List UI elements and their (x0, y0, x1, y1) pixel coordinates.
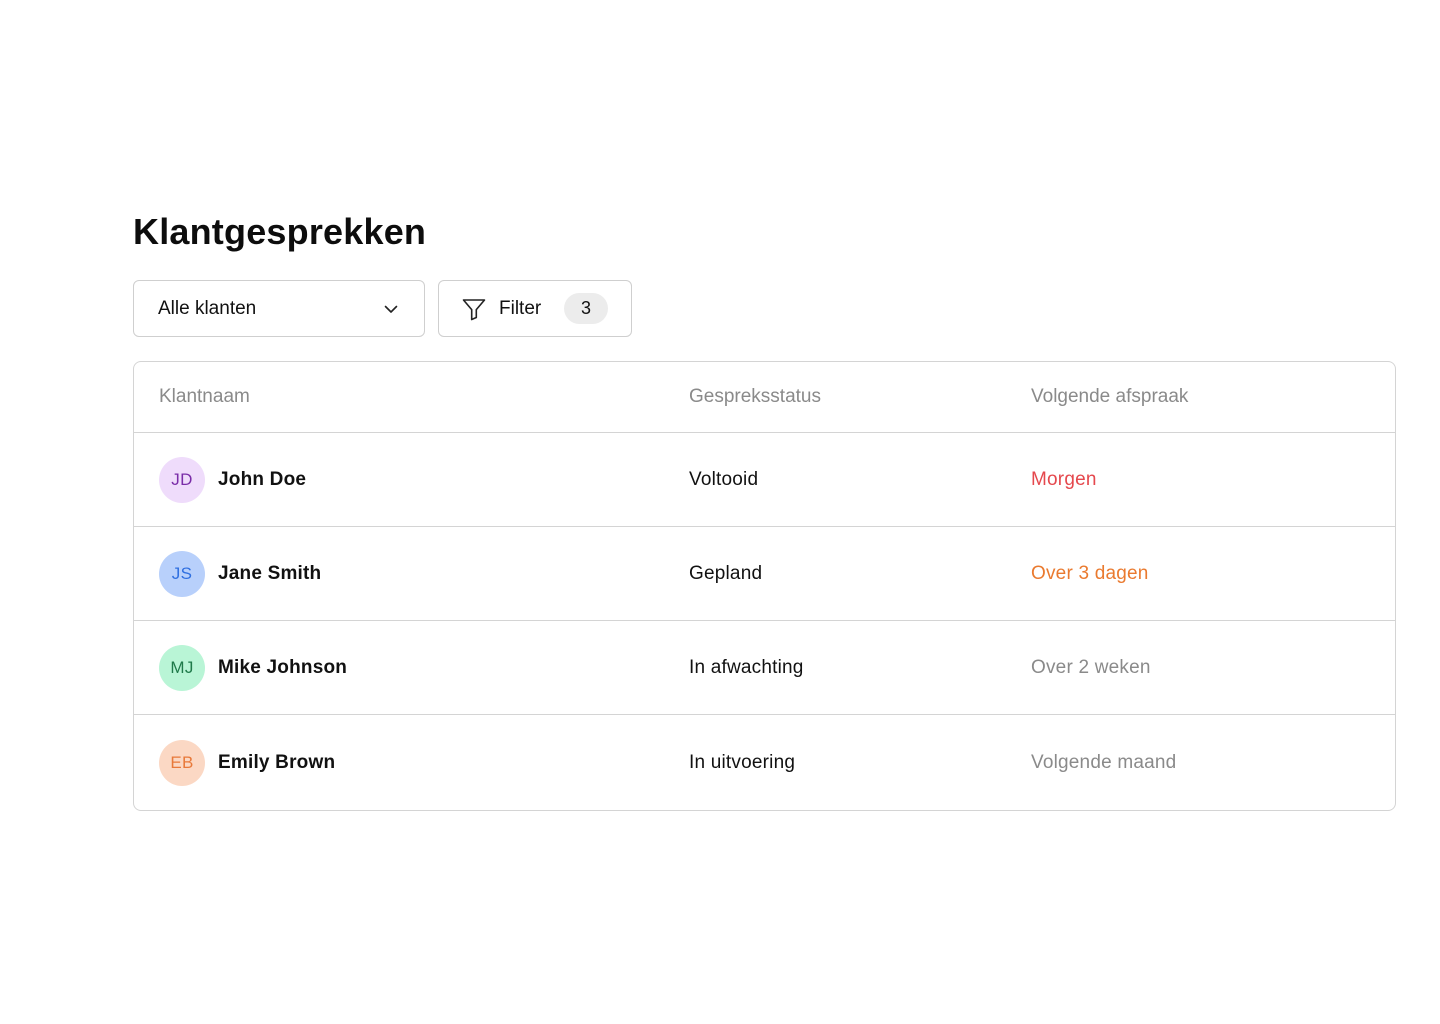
table-header-row: Klantnaam Gespreksstatus Volgende afspra… (134, 362, 1395, 433)
column-header-next-appointment[interactable]: Volgende afspraak (1031, 386, 1395, 408)
conversation-status: In afwachting (689, 656, 804, 678)
next-appointment-cell: Over 3 dagen (1031, 563, 1395, 585)
page-title: Klantgesprekken (133, 211, 427, 252)
chevron-down-icon (384, 305, 398, 313)
next-appointment: Over 3 dagen (1031, 562, 1149, 584)
filter-label: Filter (499, 297, 542, 319)
funnel-icon (462, 298, 486, 320)
column-header-status[interactable]: Gespreksstatus (689, 386, 1031, 408)
status-cell: In afwachting (689, 657, 1031, 679)
next-appointment: Over 2 weken (1031, 656, 1151, 678)
conversation-status: In uitvoering (689, 751, 796, 773)
table-row[interactable]: EB Emily Brown In uitvoering Volgende ma… (134, 715, 1395, 810)
conversations-page: Klantgesprekken Alle klanten Filter 3 Kl… (133, 210, 1396, 811)
toolbar: Alle klanten Filter 3 (133, 280, 1396, 337)
avatar: JD (159, 456, 205, 503)
next-appointment: Morgen (1031, 468, 1097, 490)
client-cell: MJ Mike Johnson (159, 644, 689, 691)
client-select-value: Alle klanten (158, 297, 257, 319)
table-row[interactable]: JD John Doe Voltooid Morgen (134, 433, 1395, 527)
status-cell: Voltooid (689, 469, 1031, 491)
client-cell: JD John Doe (159, 456, 689, 503)
avatar: MJ (159, 644, 205, 691)
status-cell: In uitvoering (689, 752, 1031, 774)
next-appointment-cell: Volgende maand (1031, 752, 1395, 774)
next-appointment: Volgende maand (1031, 751, 1177, 773)
client-name[interactable]: John Doe (218, 469, 306, 491)
column-header-name[interactable]: Klantnaam (159, 386, 689, 408)
next-appointment-cell: Morgen (1031, 469, 1395, 491)
client-cell: JS Jane Smith (159, 550, 689, 597)
conversations-table: Klantnaam Gespreksstatus Volgende afspra… (133, 361, 1396, 811)
avatar: JS (159, 550, 205, 597)
status-cell: Gepland (689, 563, 1031, 585)
next-appointment-cell: Over 2 weken (1031, 657, 1395, 679)
table-row[interactable]: MJ Mike Johnson In afwachting Over 2 wek… (134, 621, 1395, 715)
filter-button[interactable]: Filter 3 (438, 280, 632, 337)
client-name[interactable]: Emily Brown (218, 752, 335, 774)
client-select[interactable]: Alle klanten (133, 280, 425, 337)
avatar: EB (159, 739, 205, 786)
client-name[interactable]: Mike Johnson (218, 657, 347, 679)
client-cell: EB Emily Brown (159, 739, 689, 786)
client-name[interactable]: Jane Smith (218, 563, 321, 585)
table-row[interactable]: JS Jane Smith Gepland Over 3 dagen (134, 527, 1395, 621)
filter-count-badge: 3 (564, 293, 608, 324)
conversation-status: Gepland (689, 562, 763, 584)
conversation-status: Voltooid (689, 468, 759, 490)
